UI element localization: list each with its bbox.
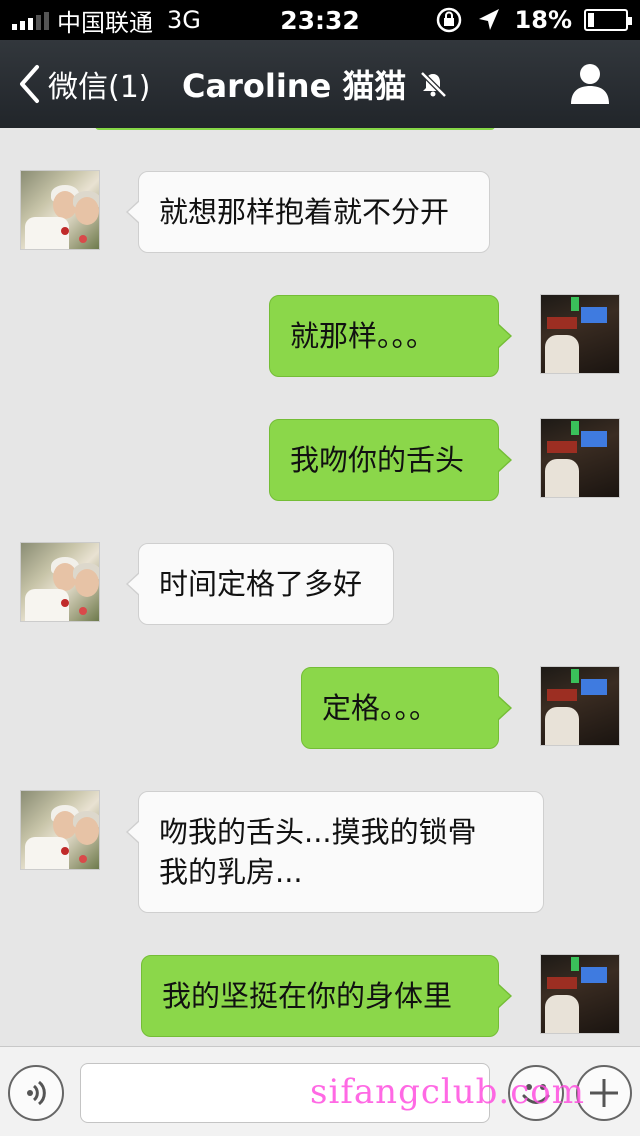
contact-avatar[interactable] bbox=[20, 170, 100, 250]
my-avatar[interactable] bbox=[540, 418, 620, 498]
muted-bell-icon bbox=[420, 71, 448, 98]
status-bar: 中国联通 3G 23:32 18% bbox=[0, 0, 640, 40]
message-bubble-incoming[interactable]: 就想那样抱着就不分开 bbox=[126, 171, 490, 253]
my-avatar[interactable] bbox=[540, 666, 620, 746]
my-avatar[interactable] bbox=[540, 294, 620, 374]
previous-message-edge bbox=[95, 128, 495, 130]
battery-icon bbox=[584, 9, 632, 31]
back-button[interactable]: 微信(1) bbox=[0, 40, 151, 128]
contact-avatar[interactable] bbox=[20, 790, 100, 870]
chevron-left-icon bbox=[20, 65, 39, 103]
location-arrow-icon bbox=[478, 9, 499, 30]
more-options-button[interactable] bbox=[576, 1065, 632, 1121]
network-type: 3G bbox=[167, 6, 201, 34]
my-avatar[interactable] bbox=[540, 954, 620, 1034]
voice-wave-icon bbox=[27, 1080, 46, 1106]
chat-title: Caroline 猫猫 bbox=[182, 61, 448, 107]
chat-title-text: Caroline 猫猫 bbox=[182, 67, 407, 105]
battery-percentage: 18% bbox=[514, 6, 572, 34]
signal-strength-icon bbox=[12, 10, 49, 30]
message-bubble-incoming[interactable]: 时间定格了多好 bbox=[126, 543, 394, 625]
contact-profile-icon[interactable] bbox=[570, 62, 610, 104]
message-bubble-outgoing[interactable]: 我吻你的舌头 bbox=[269, 419, 512, 501]
back-label: 微信(1) bbox=[48, 70, 151, 105]
carrier-name: 中国联通 bbox=[57, 8, 153, 37]
nav-bar: 微信(1) Caroline 猫猫 bbox=[0, 40, 640, 128]
voice-input-button[interactable] bbox=[8, 1065, 64, 1121]
message-bubble-outgoing[interactable]: 我的坚挺在你的身体里 bbox=[141, 955, 512, 1037]
chat-area[interactable]: 就想那样抱着就不分开 就那样。。。 我吻你的舌头 时间定格了多好 定格。。。 吻… bbox=[0, 128, 640, 1046]
message-bubble-outgoing[interactable]: 定格。。。 bbox=[301, 667, 512, 749]
plus-icon bbox=[590, 1079, 618, 1107]
message-bubble-incoming[interactable]: 吻我的舌头...摸我的锁骨 我的乳房... bbox=[126, 791, 544, 913]
message-input[interactable] bbox=[80, 1063, 490, 1123]
input-bar bbox=[0, 1046, 640, 1136]
smiley-icon bbox=[522, 1084, 550, 1104]
emoji-button[interactable] bbox=[508, 1065, 564, 1121]
rotation-lock-icon bbox=[436, 7, 461, 33]
message-bubble-outgoing[interactable]: 就那样。。。 bbox=[269, 295, 512, 377]
contact-avatar[interactable] bbox=[20, 542, 100, 622]
